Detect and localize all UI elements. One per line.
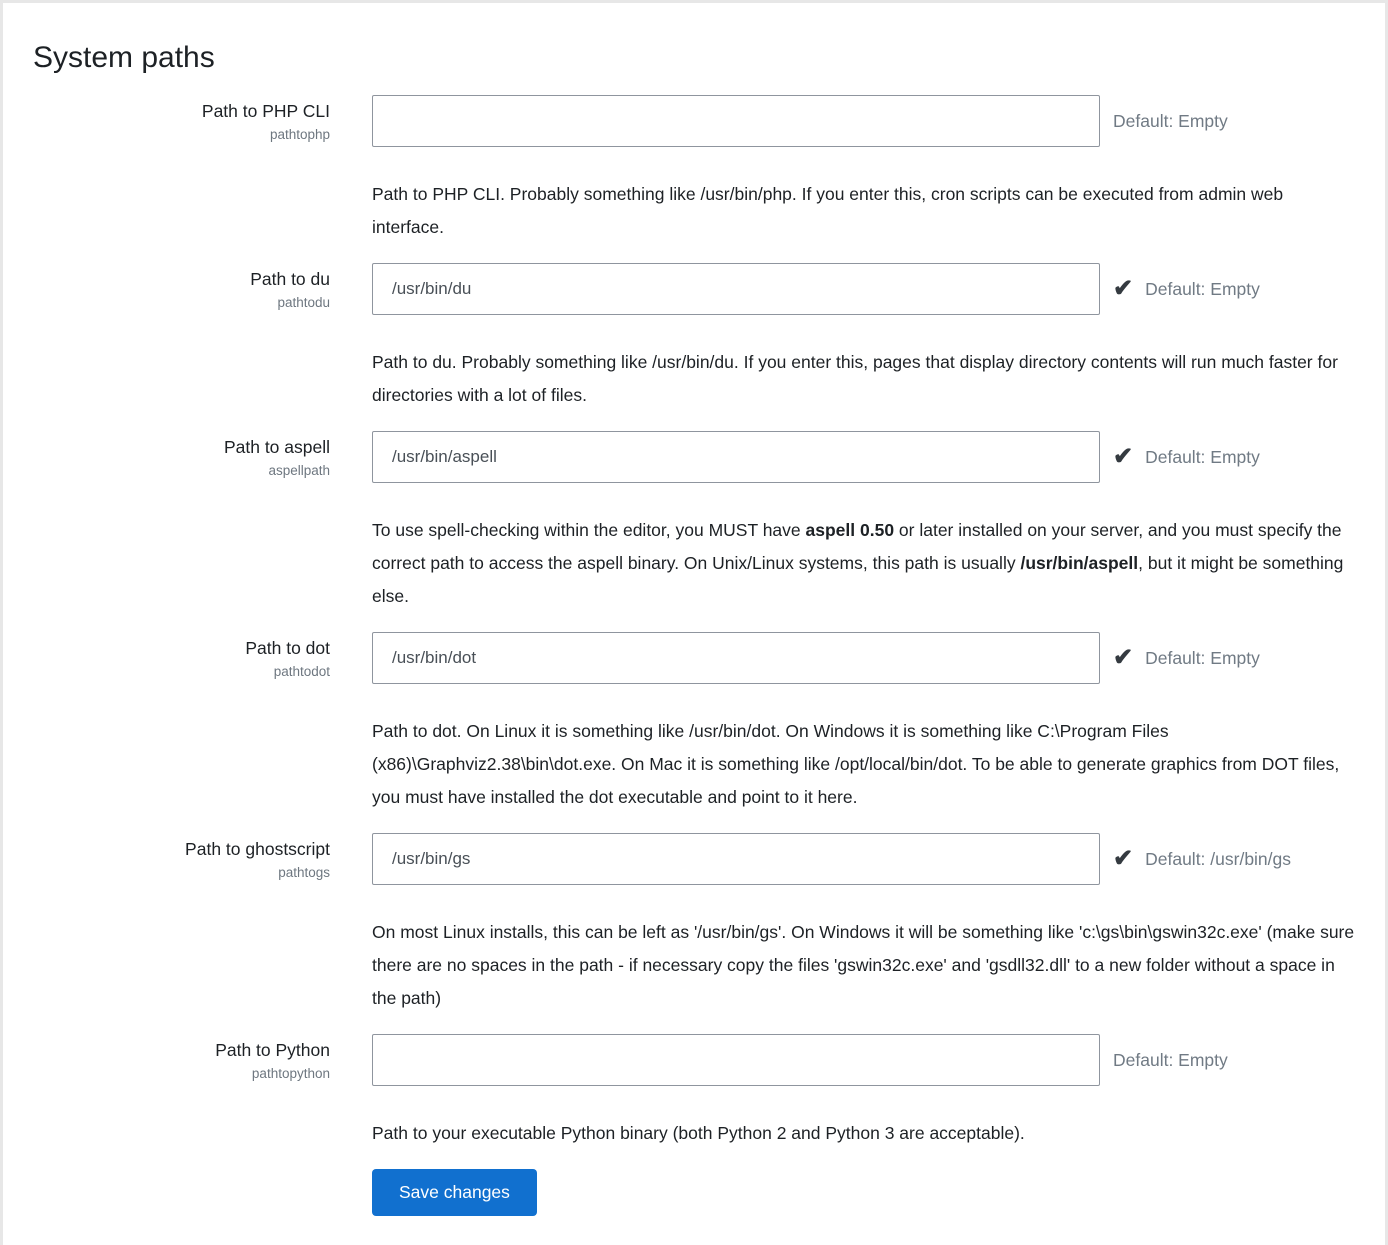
setting-description: Path to dot. On Linux it is something li… <box>33 715 1355 814</box>
setting-shortname: pathtodot <box>33 664 330 679</box>
default-value-label: Default: Empty <box>1145 648 1260 669</box>
default-value-group: ✔ Default: Empty <box>1113 445 1260 469</box>
setting-description: Path to PHP CLI. Probably something like… <box>33 178 1355 244</box>
setting-label: Path to PHP CLI <box>33 100 330 124</box>
setting-label-group: Path to ghostscript pathtogs <box>33 838 372 880</box>
pathtophp-input[interactable] <box>372 95 1100 147</box>
setting-row-pathtodot: Path to dot pathtodot ✔ Default: Empty P… <box>33 632 1355 814</box>
default-value-group: ✔ Default: /usr/bin/gs <box>1113 847 1291 871</box>
default-check-icon: ✔ <box>1113 847 1133 871</box>
setting-label: Path to dot <box>33 637 330 661</box>
setting-label-group: Path to du pathtodu <box>33 268 372 310</box>
setting-row-pathtophp: Path to PHP CLI pathtophp Default: Empty… <box>33 95 1355 244</box>
default-value-label: Default: Empty <box>1113 111 1228 132</box>
pathtodot-input[interactable] <box>372 632 1100 684</box>
default-value-label: Default: Empty <box>1145 279 1260 300</box>
setting-shortname: pathtogs <box>33 865 330 880</box>
setting-description: On most Linux installs, this can be left… <box>33 916 1355 1015</box>
default-check-icon: ✔ <box>1113 277 1133 301</box>
setting-label: Path to du <box>33 268 330 292</box>
setting-shortname: pathtodu <box>33 295 330 310</box>
setting-row-pathtodu: Path to du pathtodu ✔ Default: Empty Pat… <box>33 263 1355 412</box>
setting-description: To use spell-checking within the editor,… <box>33 514 1355 613</box>
setting-row-pathtopython: Path to Python pathtopython Default: Emp… <box>33 1034 1355 1150</box>
default-value-label: Default: Empty <box>1113 1050 1228 1071</box>
default-value-group: ✔ Default: Empty <box>1113 646 1260 670</box>
default-value-group: Default: Empty <box>1113 111 1228 132</box>
pathtogs-input[interactable] <box>372 833 1100 885</box>
setting-row-pathtogs: Path to ghostscript pathtogs ✔ Default: … <box>33 833 1355 1015</box>
aspellpath-input[interactable] <box>372 431 1100 483</box>
pathtodu-input[interactable] <box>372 263 1100 315</box>
setting-shortname: aspellpath <box>33 463 330 478</box>
setting-label: Path to ghostscript <box>33 838 330 862</box>
default-check-icon: ✔ <box>1113 445 1133 469</box>
save-changes-button[interactable]: Save changes <box>372 1169 537 1216</box>
setting-label-group: Path to Python pathtopython <box>33 1039 372 1081</box>
default-value-label: Default: Empty <box>1145 447 1260 468</box>
setting-shortname: pathtopython <box>33 1066 330 1081</box>
setting-description: Path to your executable Python binary (b… <box>33 1117 1355 1150</box>
setting-label: Path to aspell <box>33 436 330 460</box>
system-paths-page: System paths Path to PHP CLI pathtophp D… <box>0 0 1388 1245</box>
setting-shortname: pathtophp <box>33 127 330 142</box>
setting-description: Path to du. Probably something like /usr… <box>33 346 1355 412</box>
pathtopython-input[interactable] <box>372 1034 1100 1086</box>
settings-form: Path to PHP CLI pathtophp Default: Empty… <box>33 95 1355 1216</box>
setting-label-group: Path to aspell aspellpath <box>33 436 372 478</box>
default-value-group: ✔ Default: Empty <box>1113 277 1260 301</box>
setting-label-group: Path to dot pathtodot <box>33 637 372 679</box>
default-value-label: Default: /usr/bin/gs <box>1145 849 1291 870</box>
form-actions: Save changes <box>33 1169 1355 1216</box>
setting-row-aspellpath: Path to aspell aspellpath ✔ Default: Emp… <box>33 431 1355 613</box>
page-title: System paths <box>33 37 1355 79</box>
setting-label-group: Path to PHP CLI pathtophp <box>33 100 372 142</box>
default-value-group: Default: Empty <box>1113 1050 1228 1071</box>
default-check-icon: ✔ <box>1113 646 1133 670</box>
setting-label: Path to Python <box>33 1039 330 1063</box>
